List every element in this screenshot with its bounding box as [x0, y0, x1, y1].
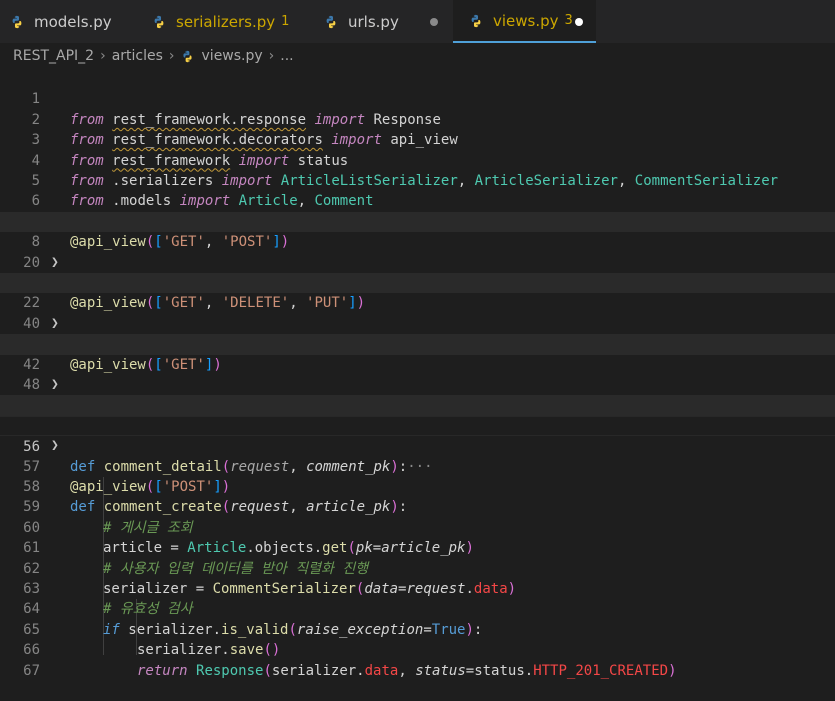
unsaved-dot-icon[interactable]	[430, 18, 438, 26]
breadcrumb-folder-root[interactable]: REST_API_2	[13, 48, 94, 64]
code-line-folded[interactable]: 22 ❯ def article_detail(request, article…	[0, 273, 835, 352]
tab-label: urls.py	[348, 12, 399, 31]
code-line[interactable]: 66 return Response(serializer.data, stat…	[0, 620, 835, 678]
tab-label: views.py	[493, 11, 559, 30]
code-line-folded[interactable]: 8 ❯ def article_list(request):···	[0, 211, 835, 291]
code-line[interactable]: 67	[0, 640, 835, 679]
python-file-icon	[12, 15, 22, 28]
code-line[interactable]: 41 @api_view(['GET'])	[0, 314, 835, 372]
code-line-folded[interactable]: 50 ❯ def comment_detail(request, comment…	[0, 395, 835, 475]
code-line[interactable]: 65 serializer.save()	[0, 599, 835, 658]
tab-views[interactable]: views.py 3	[453, 0, 596, 43]
line-number: 67	[23, 662, 40, 679]
breadcrumb-symbol[interactable]: ...	[280, 48, 293, 64]
code-line[interactable]: 40	[0, 293, 835, 332]
code-line-folded[interactable]: 42 ❯ def comment_list(request):···	[0, 334, 835, 413]
code-line[interactable]: 57 @api_view(['POST'])	[0, 436, 835, 495]
code-line[interactable]: 62 serializer = CommentSerializer(data=r…	[0, 538, 835, 597]
unsaved-dot-icon[interactable]	[575, 18, 583, 26]
code-line[interactable]: 48	[0, 355, 835, 393]
code-line[interactable]: 2 from rest_framework.decorators import …	[0, 89, 835, 148]
tab-label: models.py	[34, 12, 112, 31]
code-line[interactable]: 58 def comment_create(request, article_p…	[0, 457, 835, 515]
code-line[interactable]: 61 # 사용자 입력 데이터를 받아 직렬화 진행	[0, 518, 835, 576]
chevron-right-icon: ›	[168, 48, 175, 64]
problem-count-badge: 3	[564, 13, 573, 28]
tab-urls[interactable]: urls.py	[324, 0, 452, 43]
code-editor[interactable]: 1 from rest_framework.response import Re…	[0, 69, 835, 679]
code-line[interactable]: 3 from rest_framework import status	[0, 110, 835, 168]
problem-count-badge: 1	[281, 14, 290, 29]
code-line[interactable]: 20	[0, 232, 835, 271]
python-file-icon	[471, 14, 481, 27]
code-line[interactable]: 1 from rest_framework.response import Re…	[0, 69, 835, 127]
code-line[interactable]: 7 @api_view(['GET', 'POST'])	[0, 191, 835, 250]
code-line[interactable]: 49 @api_view(['GET'])	[0, 375, 835, 433]
python-file-icon	[326, 15, 336, 28]
code-line[interactable]: 4 from .serializers import ArticleListSe…	[0, 130, 835, 189]
code-line[interactable]: 21 @api_view(['GET', 'DELETE', 'PUT'])	[0, 253, 835, 311]
tab-label: serializers.py	[176, 12, 276, 31]
chevron-right-icon: ›	[268, 48, 275, 64]
python-file-icon	[154, 15, 164, 28]
code-line[interactable]: 63 # 유효성 검사	[0, 559, 835, 617]
code-text: return Response(serializer.data, status=…	[137, 662, 677, 679]
code-line[interactable]: 59 # 게시글 조회	[0, 477, 835, 535]
code-line[interactable]: 6	[0, 171, 835, 209]
editor-tab-bar: models.py serializers.py 1 urls.py views…	[0, 0, 835, 43]
chevron-right-icon: ›	[100, 48, 106, 64]
code-line[interactable]: 64 if serializer.is_valid(raise_exceptio…	[0, 579, 835, 637]
python-file-icon	[182, 50, 192, 62]
tab-serializers[interactable]: serializers.py 1	[152, 0, 312, 43]
breadcrumb: REST_API_2 › articles › views.py › ...	[0, 43, 835, 69]
breadcrumb-file[interactable]: views.py	[202, 48, 263, 64]
code-line[interactable]: 5 from .models import Article, Comment	[0, 151, 835, 209]
code-line[interactable]: 60 article = Article.objects.get(pk=arti…	[0, 497, 835, 556]
code-line-current[interactable]: 56	[0, 415, 835, 455]
breadcrumb-folder-articles[interactable]: articles	[112, 48, 163, 64]
tab-models[interactable]: models.py	[10, 0, 150, 43]
